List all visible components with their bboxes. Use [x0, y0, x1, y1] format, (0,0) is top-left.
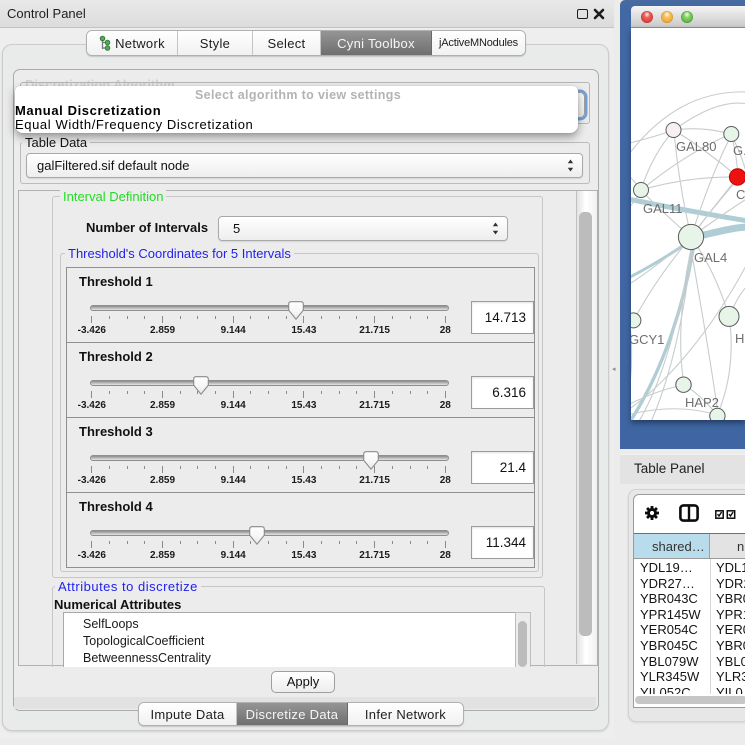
svg-text:GAL4: GAL4 [694, 250, 727, 265]
svg-text:C: C [736, 187, 745, 202]
svg-text:GCY1: GCY1 [631, 332, 664, 347]
svg-text:H: H [735, 331, 744, 346]
svg-text:HAP2: HAP2 [685, 395, 719, 410]
svg-text:GAL11: GAL11 [643, 201, 683, 216]
svg-text:GAL80: GAL80 [676, 139, 716, 154]
svg-text:G.: G. [733, 143, 745, 158]
